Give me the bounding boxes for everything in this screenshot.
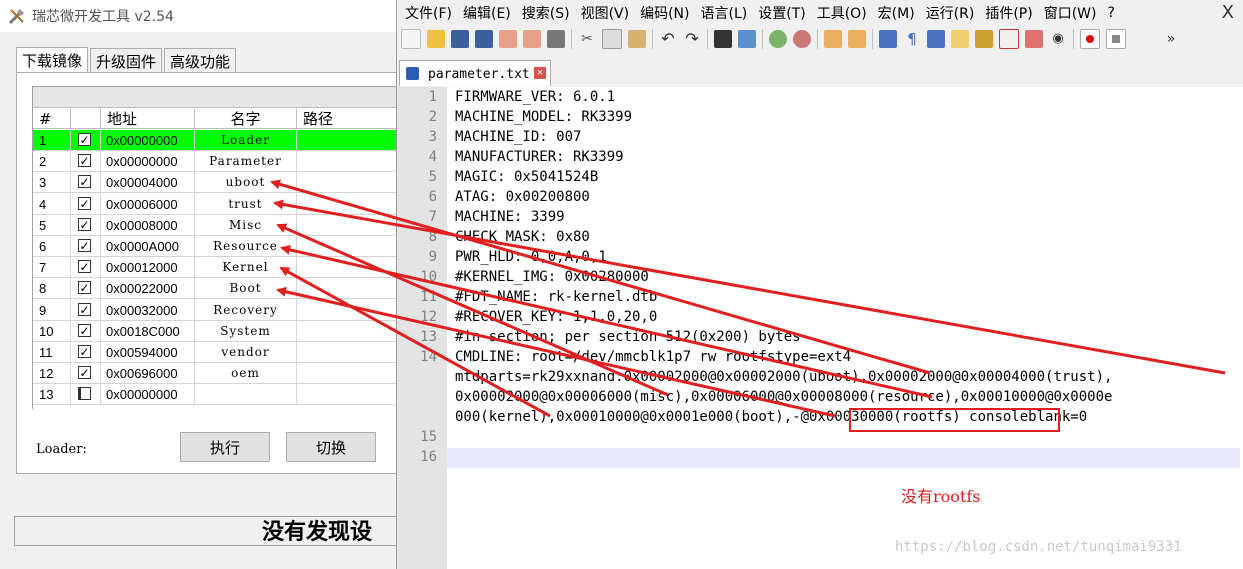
arrow-misc — [276, 223, 669, 397]
arrow-trust — [273, 199, 1226, 375]
arrow-uboot — [270, 179, 931, 375]
annotation-arrows — [270, 179, 1226, 418]
arrow-boot — [276, 286, 836, 418]
